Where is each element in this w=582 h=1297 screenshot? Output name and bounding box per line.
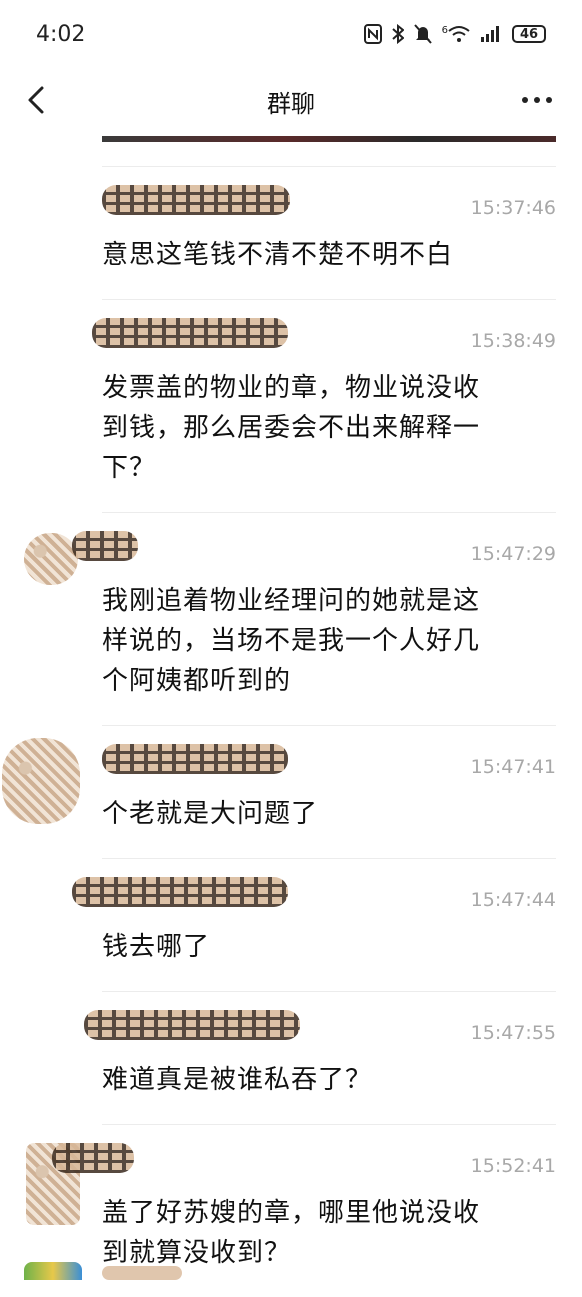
message-item: 15:37:46 意思这笔钱不清不楚不明不白 <box>102 166 556 299</box>
message-list: 15:37:46 意思这笔钱不清不楚不明不白 15:38:49 发票盖的物业的章… <box>0 166 582 1297</box>
signal-icon <box>481 26 499 42</box>
navigation-bar: 群聊 <box>0 68 582 134</box>
message-time: 15:37:46 <box>470 197 556 219</box>
sender-name <box>52 1143 134 1173</box>
mute-icon <box>413 24 432 44</box>
previous-message-media <box>102 136 556 142</box>
message-item: 15:47:55 难道真是被谁私吞了？ <box>84 991 556 1124</box>
battery-icon: 46 <box>512 25 546 43</box>
bluetooth-icon <box>391 24 404 44</box>
message-time: 15:47:44 <box>470 889 556 911</box>
page-title: 群聊 <box>267 89 315 118</box>
message-item: 15:47:44 钱去哪了 <box>72 858 556 991</box>
status-icons: 6 46 <box>363 24 546 44</box>
message-item: 15:47:41 个老就是大问题了 <box>2 725 556 858</box>
sender-name <box>102 744 288 774</box>
message-time: 15:47:41 <box>470 756 556 778</box>
avatar[interactable] <box>2 738 80 824</box>
nfc-icon <box>363 24 382 44</box>
message-time: 15:47:29 <box>470 543 556 565</box>
wifi-icon: 6 <box>442 25 470 43</box>
message-item: 15:38:49 发票盖的物业的章，物业说没收 到钱，那么居委会不出来解释一 下… <box>92 299 556 512</box>
more-options-icon[interactable] <box>520 86 554 114</box>
avatar[interactable] <box>24 1262 82 1280</box>
sender-name <box>102 1266 182 1280</box>
sender-name <box>92 318 288 348</box>
status-bar: 4:02 6 46 <box>0 0 582 68</box>
sender-name <box>102 185 290 215</box>
avatar[interactable] <box>24 533 78 585</box>
back-arrow-icon[interactable] <box>22 84 54 116</box>
sender-name <box>72 877 288 907</box>
sender-name <box>84 1010 300 1040</box>
message-item: 15:47:29 我刚追着物业经理问的她就是这 样说的，当场不是我一个人好几 个… <box>24 512 556 725</box>
status-time: 4:02 <box>36 21 86 47</box>
message-time: 15:47:55 <box>470 1022 556 1044</box>
message-time: 15:52:41 <box>470 1155 556 1177</box>
sender-name <box>72 531 138 561</box>
message-time: 15:38:49 <box>470 330 556 352</box>
